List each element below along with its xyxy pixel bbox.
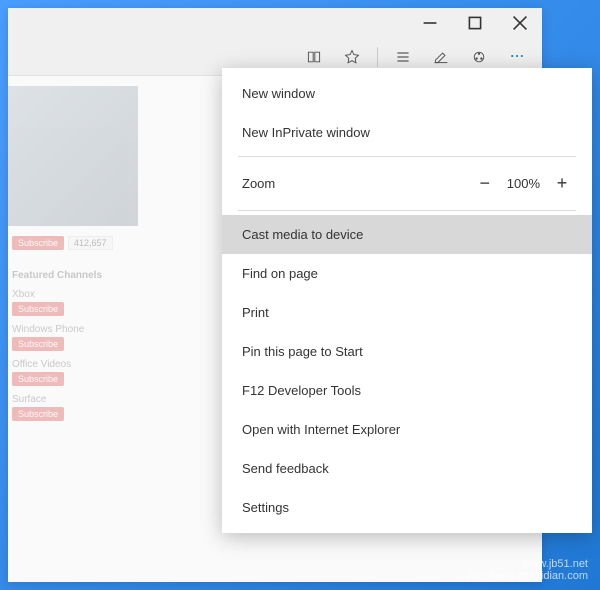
minimize-button[interactable] xyxy=(407,8,452,38)
menu-find-on-page[interactable]: Find on page xyxy=(222,254,592,293)
close-button[interactable] xyxy=(497,8,542,38)
zoom-out-button[interactable]: − xyxy=(475,173,495,194)
menu-open-with-ie[interactable]: Open with Internet Explorer xyxy=(222,410,592,449)
maximize-button[interactable] xyxy=(452,8,497,38)
menu-pin-to-start[interactable]: Pin this page to Start xyxy=(222,332,592,371)
section-heading: Featured Channels xyxy=(12,270,148,281)
menu-divider xyxy=(238,156,576,157)
menu-new-window[interactable]: New window xyxy=(222,74,592,113)
menu-new-inprivate[interactable]: New InPrivate window xyxy=(222,113,592,152)
window-titlebar xyxy=(8,8,542,38)
menu-cast-media[interactable]: Cast media to device xyxy=(222,215,592,254)
menu-send-feedback[interactable]: Send feedback xyxy=(222,449,592,488)
zoom-in-button[interactable]: + xyxy=(552,173,572,194)
toolbar-divider xyxy=(377,47,378,67)
menu-zoom: Zoom − 100% + xyxy=(222,161,592,206)
subscribe-button[interactable]: Subscribe xyxy=(12,236,64,250)
zoom-label: Zoom xyxy=(242,176,275,191)
menu-print[interactable]: Print xyxy=(222,293,592,332)
more-menu: New window New InPrivate window Zoom − 1… xyxy=(222,68,592,533)
background-page: Subscribe 412,657 Featured Channels Xbox… xyxy=(8,76,148,582)
subscriber-count: 412,657 xyxy=(68,236,113,250)
channel-item: XboxSubscribe xyxy=(12,289,148,316)
channel-item: Office VideosSubscribe xyxy=(12,359,148,386)
channel-item: SurfaceSubscribe xyxy=(12,394,148,421)
menu-divider xyxy=(238,210,576,211)
zoom-value: 100% xyxy=(507,176,540,191)
menu-settings[interactable]: Settings xyxy=(222,488,592,527)
menu-developer-tools[interactable]: F12 Developer Tools xyxy=(222,371,592,410)
channel-item: Windows PhoneSubscribe xyxy=(12,324,148,351)
channel-hero-image xyxy=(8,86,138,226)
